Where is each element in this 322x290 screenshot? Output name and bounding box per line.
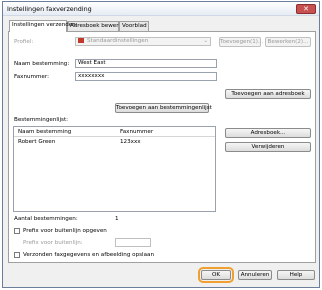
list-header: Naam bestemming Faxnummer bbox=[14, 127, 215, 137]
tab-cover-page[interactable]: Voorblad bbox=[119, 21, 149, 31]
prefix-field[interactable] bbox=[115, 238, 151, 247]
title-bar: Instellingen faxverzending ✕ bbox=[3, 2, 319, 16]
prefix-checkbox[interactable] bbox=[14, 228, 20, 234]
fax-settings-window: Instellingen faxverzending ✕ Instellinge… bbox=[2, 1, 320, 288]
cancel-button[interactable]: Annuleren bbox=[238, 270, 272, 280]
profile-select[interactable]: Standaardinstellingen ⌄ bbox=[75, 37, 211, 46]
save-checkbox[interactable] bbox=[14, 252, 20, 258]
profile-icon bbox=[78, 38, 84, 43]
count-value: 1 bbox=[115, 216, 119, 222]
profile-label: Profiel: bbox=[14, 39, 34, 45]
name-label: Naam bestemming: bbox=[14, 61, 70, 67]
save-checkbox-label: Verzonden faxgegevens en afbeelding opsl… bbox=[23, 252, 155, 258]
ok-button[interactable]: OK bbox=[198, 267, 234, 283]
window-title: Instellingen faxverzending bbox=[7, 5, 92, 13]
settings-panel: Profiel: Standaardinstellingen ⌄ Toevoeg… bbox=[8, 31, 316, 263]
close-button[interactable]: ✕ bbox=[296, 4, 316, 14]
profile-value: Standaardinstellingen bbox=[87, 38, 149, 44]
column-header-name[interactable]: Naam bestemming bbox=[18, 129, 71, 135]
destination-list-label: Bestemmingenlijst: bbox=[14, 117, 69, 123]
count-label: Aantal bestemmingen: bbox=[14, 216, 78, 222]
fax-field[interactable]: xxxxxxxx bbox=[75, 72, 217, 81]
destination-list[interactable]: Naam bestemming Faxnummer Robert Green 1… bbox=[13, 126, 216, 212]
table-row[interactable]: Robert Green 123xxx bbox=[14, 138, 215, 147]
name-field[interactable]: West East bbox=[75, 59, 217, 68]
remove-button[interactable]: Verwijderen bbox=[225, 142, 311, 152]
chevron-down-icon: ⌄ bbox=[203, 38, 208, 44]
addressbook-button[interactable]: Adresboek... bbox=[225, 128, 311, 138]
add-to-list-button[interactable]: Toevoegen aan bestemmingenlijst bbox=[115, 103, 212, 113]
add-to-addressbook-button[interactable]: Toevoegen aan adresboek bbox=[225, 89, 311, 99]
tab-send-settings[interactable]: Instellingen verzenden bbox=[9, 20, 76, 32]
prefix-checkbox-label: Prefix voor buitenlijn opgeven bbox=[23, 228, 107, 234]
fax-label: Faxnummer: bbox=[14, 74, 49, 80]
profile-add-button[interactable]: Toevoegen(1)... bbox=[219, 37, 263, 47]
row-name: Robert Green bbox=[18, 139, 56, 145]
profile-edit-button[interactable]: Bewerken(2)... bbox=[265, 37, 311, 47]
help-button[interactable]: Help bbox=[277, 270, 315, 280]
row-fax: 123xxx bbox=[120, 139, 141, 145]
column-header-fax[interactable]: Faxnummer bbox=[120, 129, 153, 135]
prefix-field-label: Prefix voor buitenlijn: bbox=[23, 240, 83, 246]
